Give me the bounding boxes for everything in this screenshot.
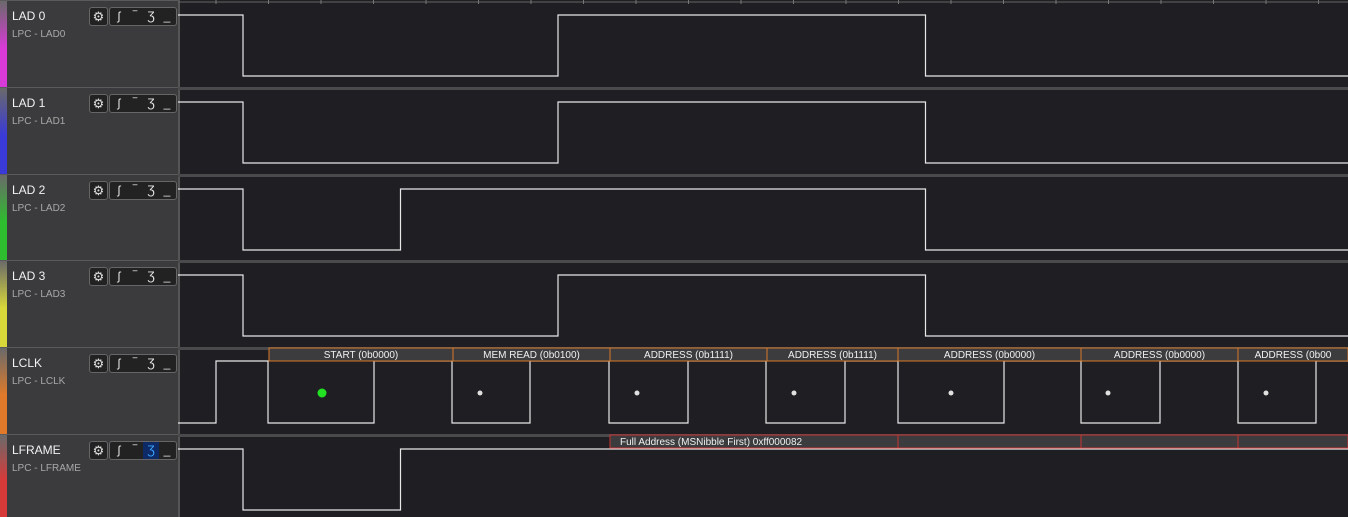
protocol-annotation[interactable]: ADDRESS (0b00 [1237,347,1348,362]
falling-edge-icon[interactable]: Ʒ [143,268,159,285]
sample-marker [634,390,640,396]
lframe-annotation[interactable]: Full Address (MSNibble First) 0xff000082 [609,434,1348,449]
channel-label-panel: LAD 0 LPC - LAD0 ⚙ ʃ ‾ Ʒ _ LAD 1 LPC - LAD1 ⚙ ʃ ‾ Ʒ _… [0,0,178,517]
row-separator [178,260,1348,263]
channel-name: LAD 1 [12,96,46,110]
row-separator [178,174,1348,177]
channel-subtitle: LPC - LAD2 [12,203,66,214]
channel-row-lad-0[interactable]: LAD 0 LPC - LAD0 ⚙ ʃ ‾ Ʒ _ [0,0,178,87]
rising-edge-icon[interactable]: ʃ [111,8,127,25]
low-level-icon[interactable]: _ [159,182,175,199]
channel-color-bar [0,88,7,174]
high-level-icon[interactable]: ‾ [127,442,143,459]
annotation-label: Full Address (MSNibble First) 0xff000082 [620,437,803,448]
low-level-icon[interactable]: _ [159,95,175,112]
waveform-lad-3 [178,274,1348,337]
channel-subtitle: LPC - LFRAME [12,463,81,474]
annotation-label: ADDRESS (0b0000) [1114,350,1205,361]
waveform-lad-0 [178,14,1348,77]
high-level-icon[interactable]: ‾ [127,355,143,372]
protocol-annotation[interactable]: ADDRESS (0b0000) [897,347,1082,362]
channel-name: LAD 0 [12,9,46,23]
waveform-lad-1 [178,101,1348,164]
channel-color-bar [0,1,7,87]
channel-subtitle: LPC - LAD3 [12,289,66,300]
falling-edge-icon[interactable]: Ʒ [143,95,159,112]
channel-name: LAD 2 [12,183,46,197]
protocol-annotation[interactable]: START (0b0000) [268,347,454,362]
annotation-label: ADDRESS (0b0000) [944,350,1035,361]
rising-edge-icon[interactable]: ʃ [111,182,127,199]
falling-edge-icon[interactable]: Ʒ [143,8,159,25]
channel-row-lad-1[interactable]: LAD 1 LPC - LAD1 ⚙ ʃ ‾ Ʒ _ [0,87,178,174]
channel-row-lframe[interactable]: LFRAME LPC - LFRAME ⚙ ʃ ‾ Ʒ _ [0,434,178,517]
rising-edge-icon[interactable]: ʃ [111,442,127,459]
channel-name: LAD 3 [12,269,46,283]
low-level-icon[interactable]: _ [159,268,175,285]
annotation-label: ADDRESS (0b1111) [788,350,877,361]
gear-icon[interactable]: ⚙ [89,441,108,460]
trigger-selector: ʃ ‾ Ʒ _ [109,181,177,200]
gear-icon[interactable]: ⚙ [89,267,108,286]
gear-icon[interactable]: ⚙ [89,94,108,113]
channel-name: LCLK [12,356,43,370]
high-level-icon[interactable]: ‾ [127,268,143,285]
protocol-annotation[interactable]: MEM READ (0b0100) [452,347,611,362]
gear-icon[interactable]: ⚙ [89,181,108,200]
channel-row-lad-3[interactable]: LAD 3 LPC - LAD3 ⚙ ʃ ‾ Ʒ _ [0,260,178,347]
falling-edge-icon[interactable]: Ʒ [143,442,159,459]
time-ruler [178,0,1348,4]
channel-subtitle: LPC - LCLK [12,376,66,387]
sample-marker [948,390,954,396]
row-separator [178,87,1348,90]
trigger-selector: ʃ ‾ Ʒ _ [109,7,177,26]
trigger-selector: ʃ ‾ Ʒ _ [109,354,177,373]
channel-row-lclk[interactable]: LCLK LPC - LCLK ⚙ ʃ ‾ Ʒ _ [0,347,178,434]
channel-color-bar [0,261,7,347]
channel-subtitle: LPC - LAD0 [12,29,66,40]
high-level-icon[interactable]: ‾ [127,8,143,25]
protocol-annotation[interactable]: ADDRESS (0b0000) [1080,347,1239,362]
annotation-label: START (0b0000) [324,350,398,361]
protocol-annotation[interactable]: ADDRESS (0b1111) [766,347,899,362]
sample-marker [317,388,327,398]
channel-color-bar [0,348,7,434]
rising-edge-icon[interactable]: ʃ [111,268,127,285]
trigger-selector: ʃ ‾ Ʒ _ [109,94,177,113]
waveform-area[interactable]: START (0b0000) MEM READ (0b0100) ADDRESS (… [178,0,1348,517]
falling-edge-icon[interactable]: Ʒ [143,355,159,372]
high-level-icon[interactable]: ‾ [127,95,143,112]
channel-name: LFRAME [12,443,61,457]
annotation-label: MEM READ (0b0100) [483,350,580,361]
protocol-annotation[interactable]: ADDRESS (0b1111) [609,347,768,362]
low-level-icon[interactable]: _ [159,355,175,372]
annotation-label: ADDRESS (0b00 [1255,350,1332,361]
gear-icon[interactable]: ⚙ [89,354,108,373]
annotation-label: ADDRESS (0b1111) [644,350,733,361]
channel-color-bar [0,435,7,517]
trigger-selector: ʃ ‾ Ʒ _ [109,267,177,286]
falling-edge-icon[interactable]: Ʒ [143,182,159,199]
sample-marker [1105,390,1111,396]
sample-marker [1263,390,1269,396]
gear-icon[interactable]: ⚙ [89,7,108,26]
sample-marker [477,390,483,396]
trigger-selector: ʃ ‾ Ʒ _ [109,441,177,460]
channel-color-bar [0,175,7,261]
waveform-lad-2 [178,188,1348,251]
channel-subtitle: LPC - LAD1 [12,116,66,127]
sample-marker [791,390,797,396]
waveform-lframe [178,448,1348,511]
rising-edge-icon[interactable]: ʃ [111,355,127,372]
rising-edge-icon[interactable]: ʃ [111,95,127,112]
low-level-icon[interactable]: _ [159,8,175,25]
lclk-annotations: START (0b0000) MEM READ (0b0100) ADDRESS (… [268,347,1348,362]
low-level-icon[interactable]: _ [159,442,175,459]
channel-row-lad-2[interactable]: LAD 2 LPC - LAD2 ⚙ ʃ ‾ Ʒ _ [0,174,178,261]
waveform-lclk [178,360,1348,424]
high-level-icon[interactable]: ‾ [127,182,143,199]
